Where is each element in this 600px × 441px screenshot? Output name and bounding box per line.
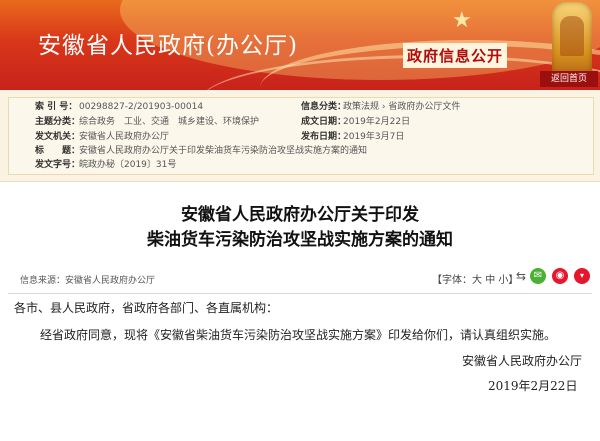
document-number: 皖政办秘〔2019〕31号 [79, 160, 177, 170]
site-title[interactable]: 安徽省人民政府(办公厅) [38, 26, 298, 60]
issuing-agency: 安徽省人民政府办公厅 [79, 132, 170, 142]
signature: 安徽省人民政府办公厅 [462, 354, 583, 368]
meta-key: 索 引 号： [35, 102, 78, 112]
meta-key: 标 题： [35, 146, 81, 156]
weibo-icon[interactable]: ◉ [552, 268, 568, 284]
created-date: 2019年2月22日 [343, 117, 411, 127]
gate-emblem-icon [552, 2, 592, 74]
index-number: 00298827-2/201903-00014 [79, 102, 204, 112]
font-small-button[interactable]: 小 [498, 275, 508, 286]
subject-category: 综合政务 工业、交通 城乡建设、环境保护 [79, 117, 260, 127]
body-paragraph: 经省政府同意，现将《安徽省柴油货车污染防治攻坚战实施方案》印发给你们，请认真组织… [40, 328, 557, 342]
info-source: 信息来源：安徽省人民政府办公厅 [20, 276, 156, 286]
meta-key: 发文字号： [35, 160, 81, 170]
meta-key: 发布日期： [301, 132, 347, 142]
published-date: 2019年3月7日 [343, 132, 405, 142]
font-size-switcher: 【字体：大 中 小】 [432, 271, 518, 286]
more-icon[interactable]: ▾ [574, 268, 590, 284]
meta-key: 信息分类： [301, 102, 347, 112]
section-label: 政府信息公开 [403, 43, 508, 68]
article: 安徽省人民政府办公厅关于印发 柴油货车污染防治攻坚战实施方案的通知 信息来源：安… [0, 181, 600, 441]
header-banner: 安徽省人民政府(办公厅) ★ 政府信息公开 返回首页 [0, 0, 600, 90]
font-size-label: 【字体： [432, 275, 472, 286]
return-home-button[interactable]: 返回首页 [540, 71, 598, 87]
meta-key: 成文日期： [301, 117, 347, 127]
font-medium-button[interactable]: 中 [485, 275, 495, 286]
article-title-line2: 柴油货车污染防治攻坚战实施方案的通知 [147, 230, 453, 250]
divider [8, 293, 592, 294]
issue-date: 2019年2月22日 [488, 379, 578, 393]
wechat-icon[interactable]: ✉ [530, 268, 546, 284]
meta-table: 索 引 号： 00298827-2/201903-00014 信息分类： 政策法… [8, 97, 594, 175]
font-large-button[interactable]: 大 [472, 275, 482, 286]
addressee: 各市、县人民政府，省政府各部门、各直属机构： [14, 301, 279, 315]
meta-key: 发文机关： [35, 132, 81, 142]
document-title: 安徽省人民政府办公厅关于印发柴油货车污染防治攻坚战实施方案的通知 [79, 146, 368, 156]
article-title-line1: 安徽省人民政府办公厅关于印发 [181, 205, 419, 225]
meta-key: 主题分类： [35, 117, 81, 127]
star-icon: ★ [452, 8, 472, 33]
share-icon[interactable]: ⇆ [513, 268, 529, 284]
category-link[interactable]: 政策法规 › 省政府办公厅文件 [343, 100, 460, 115]
